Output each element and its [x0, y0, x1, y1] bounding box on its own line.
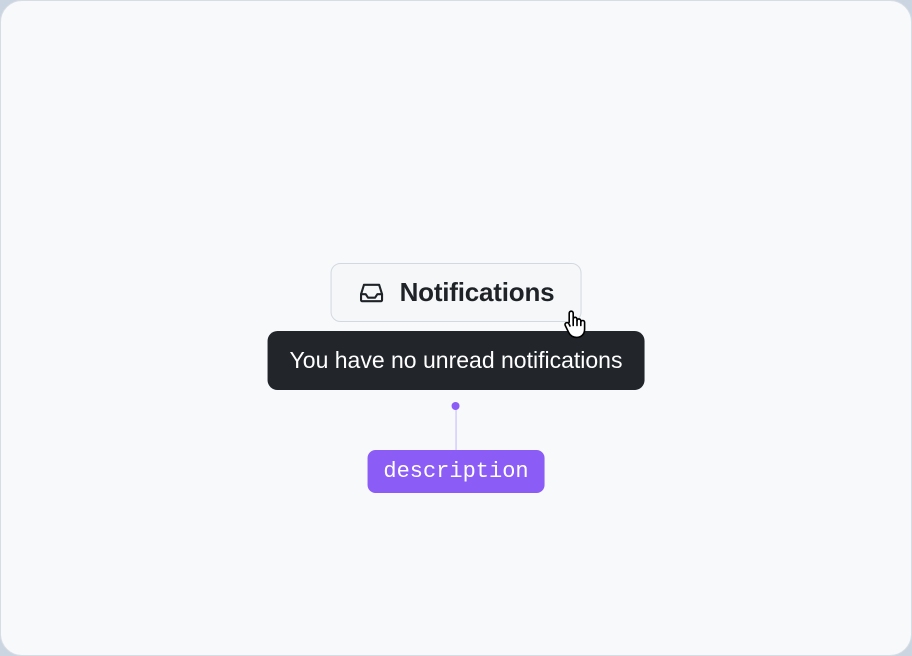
- notifications-button[interactable]: Notifications: [331, 263, 582, 322]
- annotation-tag-label: description: [383, 459, 528, 484]
- inbox-icon: [358, 279, 386, 307]
- annotation-leader-line: [455, 410, 457, 450]
- app-frame: Notifications You have no unread notific…: [0, 0, 912, 656]
- tooltip-text: You have no unread notifications: [290, 347, 623, 373]
- annotation-leader-dot: [452, 402, 460, 410]
- annotation-tag: description: [367, 450, 544, 493]
- demo-stage: Notifications You have no unread notific…: [268, 263, 645, 493]
- tooltip: You have no unread notifications: [268, 331, 645, 390]
- notifications-button-label: Notifications: [400, 277, 555, 308]
